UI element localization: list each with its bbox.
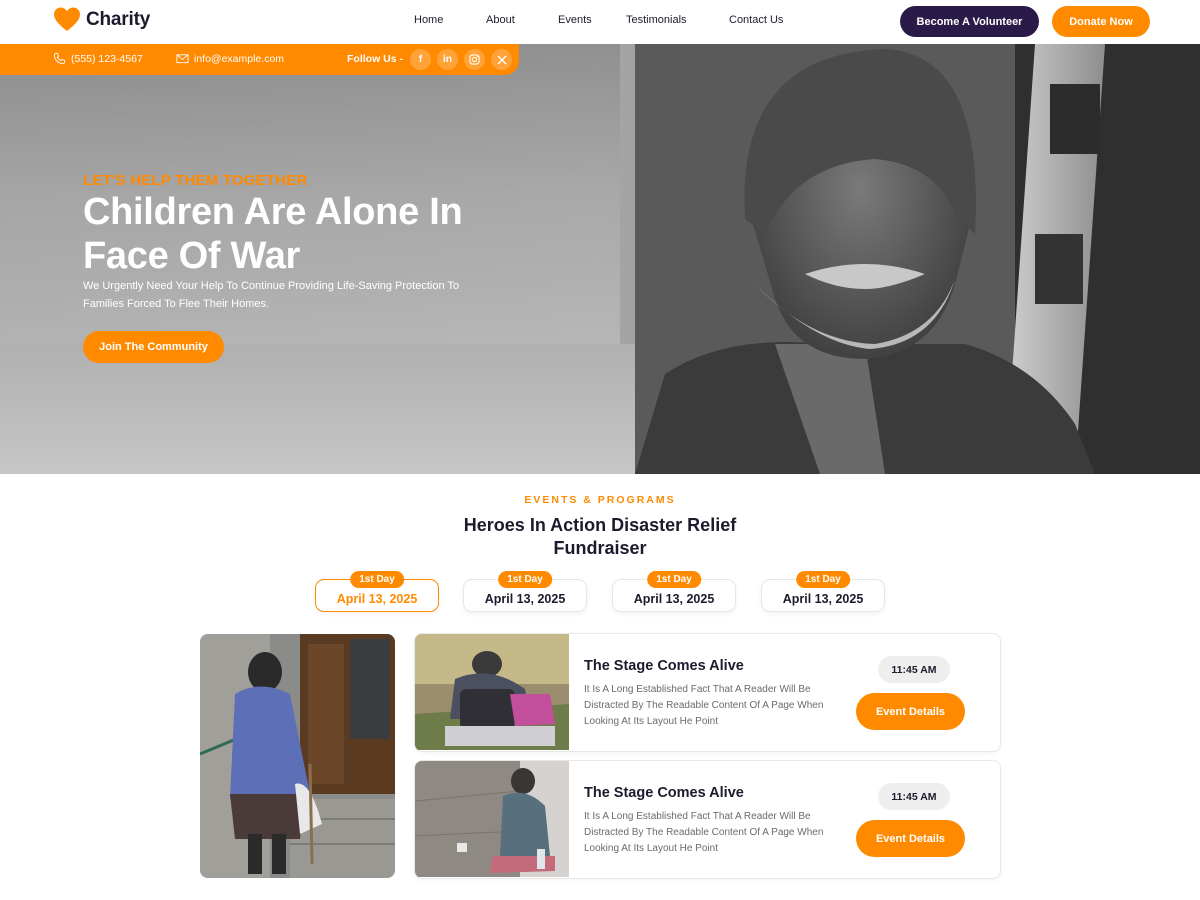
event-description: It Is A Long Established Fact That A Rea… bbox=[584, 811, 824, 854]
instagram-icon[interactable] bbox=[464, 49, 485, 70]
become-volunteer-button[interactable]: Become A Volunteer bbox=[900, 6, 1039, 37]
event-details-button[interactable]: Event Details bbox=[856, 693, 965, 730]
join-community-button[interactable]: Join The Community bbox=[83, 331, 224, 363]
contact-email-text: info@example.com bbox=[194, 52, 285, 65]
hero-background-road bbox=[0, 344, 700, 474]
hero-title: Children Are Alone In Face Of War bbox=[83, 191, 463, 277]
day-date: April 13, 2025 bbox=[633, 592, 715, 606]
nav-testimonials[interactable]: Testimonials bbox=[626, 14, 687, 26]
event-description: It Is A Long Established Fact That A Rea… bbox=[584, 684, 824, 727]
day-tab-1[interactable]: 1st Day April 13, 2025 bbox=[315, 571, 439, 612]
site-header: Charity Home About Events Testimonials C… bbox=[0, 0, 1200, 44]
contact-phone[interactable]: (555) 123-4567 bbox=[53, 52, 143, 65]
nav-home[interactable]: Home bbox=[414, 14, 443, 26]
instagram-glyph bbox=[469, 54, 480, 65]
day-tab-2[interactable]: 1st Day April 13, 2025 bbox=[463, 571, 587, 612]
elderly-woman-photo bbox=[200, 634, 395, 878]
event-card: The Stage Comes Alive It Is A Long Estab… bbox=[414, 633, 1001, 752]
event-thumbnail bbox=[415, 634, 569, 750]
event-title: The Stage Comes Alive bbox=[584, 658, 744, 674]
day-date: April 13, 2025 bbox=[336, 592, 418, 606]
facebook-icon[interactable]: f bbox=[410, 49, 431, 70]
events-title: Heroes In Action Disaster Relief Fundrai… bbox=[463, 515, 737, 558]
x-glyph bbox=[497, 55, 506, 64]
day-badge: 1st Day bbox=[647, 571, 701, 588]
event-title: The Stage Comes Alive bbox=[584, 785, 744, 801]
linkedin-icon[interactable]: in bbox=[437, 49, 458, 70]
day-date: April 13, 2025 bbox=[484, 592, 566, 606]
nav-events[interactable]: Events bbox=[558, 14, 592, 26]
hero-portrait-image bbox=[635, 44, 1200, 474]
nav-about[interactable]: About bbox=[486, 14, 515, 26]
day-date: April 13, 2025 bbox=[782, 592, 864, 606]
contact-email[interactable]: info@example.com bbox=[176, 52, 284, 65]
day-badge: 1st Day bbox=[796, 571, 850, 588]
event-time-badge: 11:45 AM bbox=[878, 783, 950, 810]
event-time-badge: 11:45 AM bbox=[878, 656, 950, 683]
events-kicker: EVENTS & PROGRAMS bbox=[524, 494, 676, 506]
phone-icon bbox=[53, 52, 66, 65]
event-card: The Stage Comes Alive It Is A Long Estab… bbox=[414, 760, 1001, 879]
day-tab-4[interactable]: 1st Day April 13, 2025 bbox=[761, 571, 885, 612]
day-badge: 1st Day bbox=[498, 571, 552, 588]
contact-strip: (555) 123-4567 info@example.com Follow U… bbox=[0, 44, 519, 75]
donate-now-button[interactable]: Donate Now bbox=[1052, 6, 1150, 37]
nav-contact-us[interactable]: Contact Us bbox=[729, 14, 783, 26]
follow-us-label: Follow Us - bbox=[347, 53, 403, 65]
day-badge: 1st Day bbox=[350, 571, 404, 588]
mail-icon bbox=[176, 54, 189, 64]
event-thumbnail bbox=[415, 761, 569, 877]
x-icon[interactable] bbox=[491, 49, 512, 70]
hero-description: We Urgently Need Your Help To Continue P… bbox=[83, 280, 460, 310]
event-details-button[interactable]: Event Details bbox=[856, 820, 965, 857]
hero-kicker: LET'S HELP THEM TOGETHER bbox=[83, 172, 308, 189]
hero-banner: LET'S HELP THEM TOGETHER Children Are Al… bbox=[0, 44, 1200, 474]
day-tab-3[interactable]: 1st Day April 13, 2025 bbox=[612, 571, 736, 612]
contact-phone-text: (555) 123-4567 bbox=[71, 52, 143, 65]
